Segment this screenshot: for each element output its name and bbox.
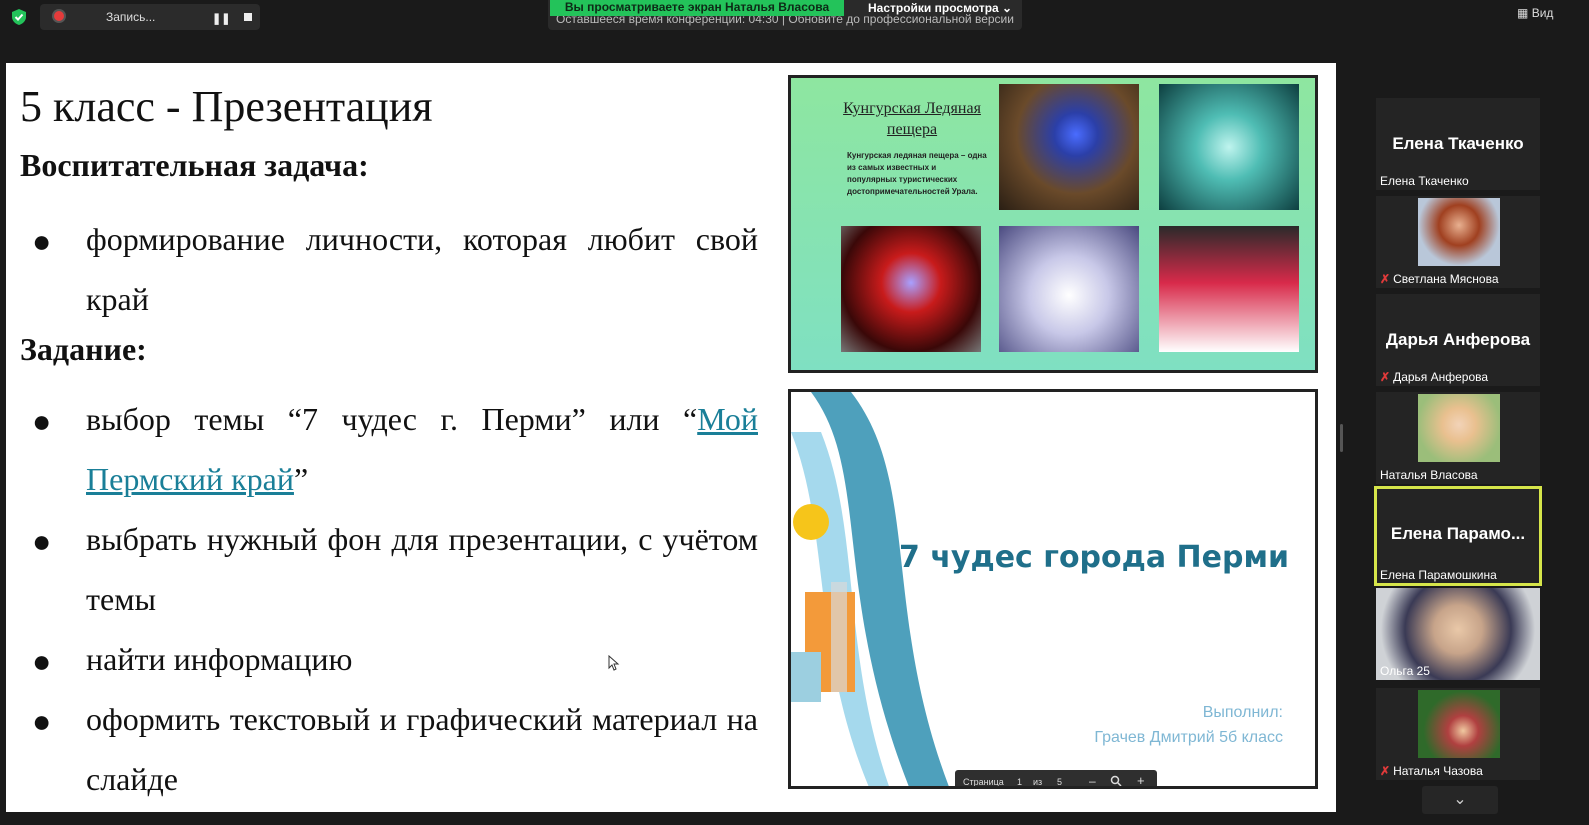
- goal-text: формирование личности, которая любит сво…: [86, 221, 758, 317]
- participant-name-row: ✗ Светлана Мяснова: [1380, 272, 1499, 286]
- participant-video: [1418, 394, 1500, 462]
- page-navigator: Страница 1 из 5 – +: [955, 770, 1157, 787]
- task-theme-text: выбор темы “7 чудес г. Перми” или “: [86, 401, 698, 437]
- scroll-down-chevron-icon[interactable]: ⌄: [1422, 786, 1498, 814]
- cave-photo-crystal: [999, 226, 1139, 352]
- muted-mic-icon: ✗: [1380, 272, 1391, 286]
- participant-big-name: Елена Ткаченко: [1392, 134, 1524, 153]
- zoom-icon[interactable]: [1110, 775, 1122, 787]
- task-background: выбрать нужный фон для презентации, с уч…: [86, 521, 758, 617]
- participant-tile[interactable]: Ольга 25: [1376, 588, 1540, 680]
- task-theme: выбор темы “7 чудес г. Перми” или “Мой П…: [86, 389, 758, 509]
- participant-name-row: ✗ Наталья Чазова: [1380, 764, 1483, 778]
- cave-photo-icicles: [1159, 226, 1299, 352]
- participant-tile[interactable]: ✗ Светлана Мяснова: [1376, 196, 1540, 288]
- task-design: оформить текстовый и графический материа…: [86, 701, 758, 797]
- author-block: Выполнил: Грачев Дмитрий 5б класс: [1094, 700, 1283, 750]
- mouse-cursor-icon: [608, 655, 620, 671]
- author-name: Грачев Дмитрий 5б класс: [1094, 729, 1283, 746]
- participant-name-row: ✗ Дарья Анферова: [1380, 370, 1488, 384]
- view-button-label: Вид: [1531, 6, 1554, 20]
- stop-recording-icon[interactable]: [244, 13, 252, 21]
- participant-tile[interactable]: Елена Ткаченко Елена Ткаченко: [1376, 98, 1540, 190]
- cave-photo-red: [841, 226, 981, 352]
- zoom-in-icon[interactable]: +: [1137, 773, 1145, 786]
- record-dot-icon: [54, 11, 64, 21]
- participant-tile[interactable]: Дарья Анферова ✗ Дарья Анферова: [1376, 294, 1540, 386]
- sharing-notice: Вы просматриваете экран Наталья Власова: [550, 0, 844, 16]
- pause-recording-icon[interactable]: ❚❚: [212, 12, 230, 25]
- participant-tile[interactable]: ✗ Наталья Чазова: [1376, 688, 1540, 780]
- participant-name: Светлана Мяснова: [1393, 272, 1499, 286]
- task-theme-quote: ”: [293, 461, 309, 497]
- cave-photo-blue: [999, 84, 1139, 210]
- participant-video: [1418, 690, 1500, 758]
- bullet-icon: ●: [32, 703, 52, 739]
- page-total: 5: [1057, 777, 1063, 787]
- participant-tile[interactable]: Наталья Власова: [1376, 392, 1540, 484]
- participant-name: Наталья Власова: [1380, 468, 1478, 482]
- recording-indicator: Запись... ❚❚: [40, 4, 260, 30]
- participant-big-name: Дарья Анферова: [1385, 330, 1531, 349]
- bullet-icon: ●: [32, 223, 52, 259]
- participant-name: Ольга 25: [1380, 664, 1430, 678]
- bullet-icon: ●: [32, 403, 52, 439]
- view-options-button[interactable]: Настройки просмотра ⌄: [868, 1, 1012, 15]
- participant-name: Наталья Чазова: [1393, 764, 1483, 778]
- participant-big-name: Елена Парамо...: [1390, 524, 1526, 543]
- bullet-icon: ●: [32, 643, 52, 679]
- cave-description: Кунгурская ледяная пещера – одна из самы…: [847, 151, 987, 196]
- heading-assignment: Задание:: [20, 331, 147, 367]
- participant-video: [1418, 198, 1500, 266]
- cave-photo-ice: [1159, 84, 1299, 210]
- slide-thumbnail-cave[interactable]: Кунгурская Ледяная пещера Кунгурская лед…: [788, 75, 1318, 373]
- participant-name: Дарья Анферова: [1393, 370, 1489, 384]
- heading-educational-task: Воспитательная задача:: [20, 147, 369, 183]
- security-shield-icon[interactable]: [10, 8, 28, 26]
- cave-title: Кунгурская Ледяная пещера: [843, 100, 981, 138]
- participant-name: Елена Парамошкина: [1380, 568, 1497, 582]
- view-button[interactable]: ▦ Вид: [1517, 6, 1553, 20]
- page-of: из: [1033, 777, 1043, 787]
- recording-label: Запись...: [106, 10, 156, 24]
- task-info: найти информацию: [86, 641, 353, 677]
- participant-name: Елена Ткаченко: [1380, 174, 1469, 188]
- shared-screen: 5 класс - Презентация Воспитательная зад…: [6, 63, 1336, 812]
- presentation-title: 7 чудес города Перми: [899, 540, 1290, 575]
- slide-thumbnail-perm[interactable]: 7 чудес города Перми Выполнил: Грачев Дм…: [788, 389, 1318, 789]
- bullet-icon: ●: [32, 523, 52, 559]
- share-banner: Оставшееся время конференции: 04:30 | Об…: [548, 0, 1022, 30]
- slide-title: 5 класс - Презентация: [20, 82, 433, 131]
- zoom-out-icon[interactable]: –: [1089, 774, 1096, 786]
- author-label: Выполнил:: [1202, 704, 1283, 721]
- panel-resize-handle[interactable]: [1340, 424, 1343, 452]
- page-label: Страница: [963, 777, 1004, 787]
- muted-mic-icon: ✗: [1380, 370, 1391, 384]
- muted-mic-icon: ✗: [1380, 764, 1391, 778]
- grid-view-icon: ▦: [1517, 6, 1529, 20]
- page-current[interactable]: 1: [1017, 777, 1022, 786]
- zoom-top-bar: Запись... ❚❚ Оставшееся время конференци…: [0, 0, 1589, 62]
- decor-city-graphic: [791, 392, 949, 786]
- participant-tile-active-speaker[interactable]: Елена Парамо... Елена Парамошкина: [1374, 486, 1542, 586]
